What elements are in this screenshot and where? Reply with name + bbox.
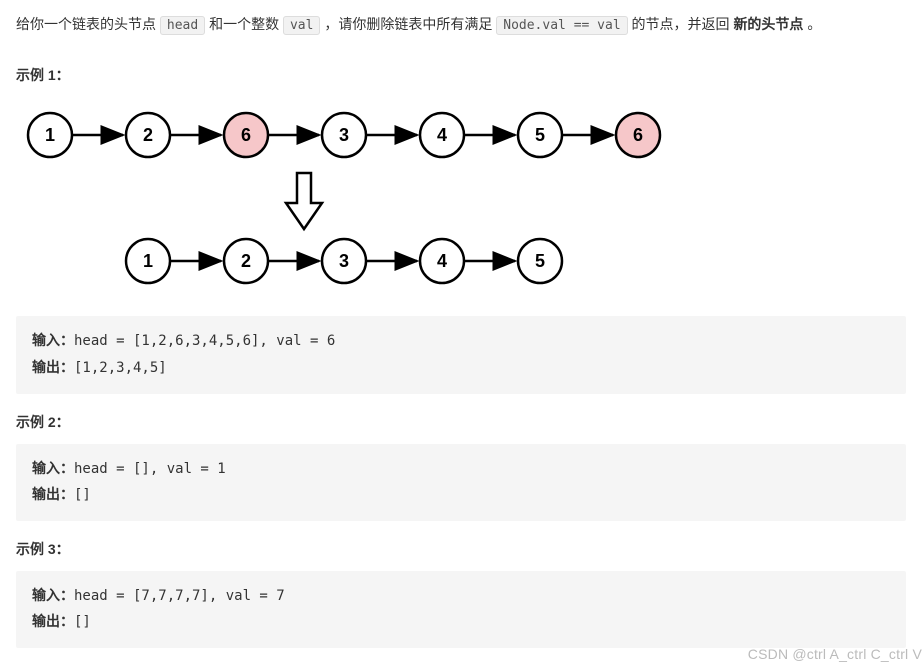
problem-description: 给你一个链表的头节点 head 和一个整数 val ，请你删除链表中所有满足 N… [16,12,906,37]
list-node-value: 2 [143,125,153,145]
list-node-value: 4 [437,251,447,271]
input-label: 输入： [32,333,74,349]
example-3-label: 示例 3： [16,539,906,559]
desc-text: 。 [807,16,821,32]
list-node-value: 6 [633,125,643,145]
example-output-line: 输出：[1,2,3,4,5] [32,355,890,382]
code-head: head [160,16,205,35]
down-arrow-icon [286,173,322,229]
list-node-value: 1 [143,251,153,271]
input-value: head = [7,7,7,7], val = 7 [74,588,285,604]
output-value: [1,2,3,4,5] [74,360,167,376]
list-node-value: 6 [241,125,251,145]
list-node-value: 4 [437,125,447,145]
diagram-svg: 1 2 6 3 4 5 6 1 2 3 4 5 [20,97,740,297]
desc-text: 给你一个链表的头节点 [16,16,160,32]
linked-list-diagram: 1 2 6 3 4 5 6 1 2 3 4 5 [20,97,906,300]
example-2-code: 输入：head = [], val = 1 输出：[] [16,444,906,521]
input-label: 输入： [32,461,74,477]
example-output-line: 输出：[] [32,609,890,636]
list-node-value: 5 [535,251,545,271]
example-input-line: 输入：head = [1,2,6,3,4,5,6], val = 6 [32,328,890,355]
example-input-line: 输入：head = [], val = 1 [32,456,890,483]
input-value: head = [], val = 1 [74,461,226,477]
example-2-label: 示例 2： [16,412,906,432]
code-val: val [283,16,320,35]
input-label: 输入： [32,588,74,604]
output-label: 输出： [32,487,74,503]
desc-text: 的节点，并返回 [632,16,734,32]
list-node-value: 3 [339,125,349,145]
output-label: 输出： [32,360,74,376]
output-value: [] [74,614,91,630]
list-node-value: 5 [535,125,545,145]
desc-text: ，请你删除链表中所有满足 [324,16,496,32]
list-node-value: 2 [241,251,251,271]
input-value: head = [1,2,6,3,4,5,6], val = 6 [74,333,335,349]
example-1-label: 示例 1： [16,65,906,85]
watermark: CSDN @ctrl A_ctrl C_ctrl V [748,646,922,662]
list-node-value: 3 [339,251,349,271]
code-condition: Node.val == val [496,16,627,35]
example-1-code: 输入：head = [1,2,6,3,4,5,6], val = 6 输出：[1… [16,316,906,393]
example-input-line: 输入：head = [7,7,7,7], val = 7 [32,583,890,610]
desc-text: 和一个整数 [209,16,283,32]
list-node-value: 1 [45,125,55,145]
example-output-line: 输出：[] [32,482,890,509]
example-3-code: 输入：head = [7,7,7,7], val = 7 输出：[] [16,571,906,648]
desc-bold: 新的头节点 [733,16,803,32]
output-value: [] [74,487,91,503]
output-label: 输出： [32,614,74,630]
